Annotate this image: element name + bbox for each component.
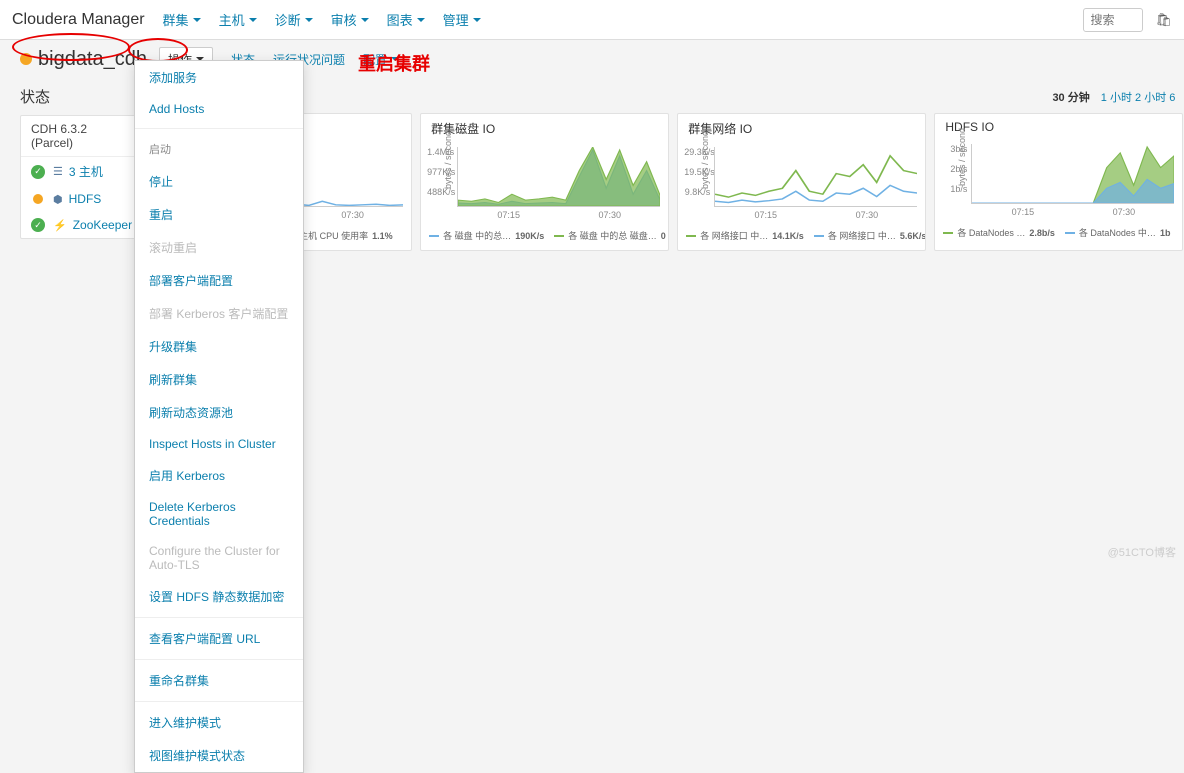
status-warn-icon [33,194,43,204]
menu-item[interactable]: Inspect Hosts in Cluster [135,429,303,459]
top-nav: Cloudera Manager 群集主机诊断审核图表管理 🛍 [0,0,1184,40]
chart-title: 群集网络 IO [678,114,925,143]
y-axis-label: bytes / second [957,128,967,186]
chart-legend: 各 磁盘 中的总… 190K/s各 磁盘 中的总 磁盘… 0 [421,225,668,250]
support-icon[interactable]: 🛍 [1155,12,1172,28]
y-axis-label: bytes / second [700,131,710,189]
nav-1[interactable]: 主机 [219,10,257,29]
chart: 群集磁盘 IObytes / second1.4M/s977K/s488K/s0… [420,113,669,251]
menu-item: 滚动重启 [135,231,303,264]
timerange-opt[interactable]: 1 小时 [1101,92,1132,104]
chart-title: HDFS IO [935,114,1182,140]
menu-item[interactable]: Add Hosts [135,94,303,124]
menu-item[interactable]: 升级群集 [135,330,303,363]
menu-item[interactable]: 刷新群集 [135,363,303,396]
service-label: 3 主机 [69,163,103,180]
service-icon: ⬢ [53,193,63,206]
search-input[interactable] [1083,8,1143,32]
watermark: @51CTO博客 [1108,544,1176,560]
menu-item[interactable]: 重启 [135,198,303,231]
menu-item[interactable]: 部署客户端配置 [135,264,303,297]
timerange-opt[interactable]: 2 小时 [1135,92,1166,104]
status-panel: CDH 6.3.2 (Parcel) ✓ ☰ 3 主机 ⬢ HDFS ✓ ⚡ ZooKeepe… [20,115,143,239]
menu-item: 启动 [135,133,303,165]
menu-item[interactable]: 启用 Kerberos [135,459,303,492]
chart-title: 群集磁盘 IO [421,114,668,143]
status-ok-icon: ✓ [31,218,45,232]
y-axis-label: bytes / second [443,131,453,189]
chart-legend: 各 网络接口 中… 14.1K/s各 网络接口 中… 5.6K/s [678,225,925,250]
caret-down-icon [193,18,201,22]
subnav-config[interactable]: 配置 [363,51,399,68]
sidebar-title: 状态 [20,86,143,107]
nav-0[interactable]: 群集 [163,10,201,29]
timerange-opt[interactable]: 6 [1169,92,1175,104]
action-dropdown-menu: 添加服务Add Hosts 启动停止重启滚动重启部署客户端配置部署 Kerbero… [134,60,304,773]
nav-5[interactable]: 管理 [443,10,481,29]
chart: 群集网络 IObytes / second29.3K/s19.5K/s9.8K/… [677,113,926,251]
menu-item[interactable]: 设置 HDFS 静态数据加密 [135,580,303,613]
menu-item[interactable]: 重命名群集 [135,664,303,697]
content: 图表 30 分钟 1 小时 2 小时 6 群集 CPUpercent100%50… [163,78,1184,564]
nav-3[interactable]: 审核 [331,10,369,29]
menu-item[interactable]: 添加服务 [135,61,303,94]
caret-down-icon [391,57,399,61]
service-label: HDFS [69,192,102,206]
caret-down-icon [417,18,425,22]
caret-down-icon [361,18,369,22]
cluster-name[interactable]: bigdata_cdh [38,48,147,71]
menu-item[interactable]: Delete Kerberos Credentials [135,492,303,536]
status-ok-icon: ✓ [31,165,45,179]
caret-down-icon [249,18,257,22]
chart-legend: 各 DataNodes … 2.8b/s各 DataNodes 中… 1b [935,222,1182,247]
service-row[interactable]: ✓ ⚡ ZooKeeper [21,212,142,238]
menu-item[interactable]: 刷新动态资源池 [135,396,303,429]
menu-item: 部署 Kerberos 客户端配置 [135,297,303,330]
service-row[interactable]: ⬢ HDFS [21,186,142,212]
caret-down-icon [305,18,313,22]
chart: HDFS IObytes / second3b/s2b/s1b/s07:1507… [934,113,1183,251]
cluster-status-icon [20,53,32,65]
service-icon: ☰ [53,165,63,178]
menu-item: Configure the Cluster for Auto-TLS [135,536,303,580]
menu-item[interactable]: 进入维护模式 [135,706,303,739]
time-range: 30 分钟 1 小时 2 小时 6 [1052,89,1183,105]
panel-head: CDH 6.3.2 (Parcel) [21,116,142,157]
service-row[interactable]: ✓ ☰ 3 主机 [21,157,142,186]
menu-item[interactable]: 查看客户端配置 URL [135,622,303,655]
menu-item[interactable]: 视图维护模式状态 [135,739,303,772]
brand: Cloudera Manager [12,11,145,29]
nav-4[interactable]: 图表 [387,10,425,29]
caret-down-icon [473,18,481,22]
service-icon: ⚡ [53,219,67,232]
nav-2[interactable]: 诊断 [275,10,313,29]
service-label: ZooKeeper [73,218,132,232]
menu-item[interactable]: 停止 [135,165,303,198]
